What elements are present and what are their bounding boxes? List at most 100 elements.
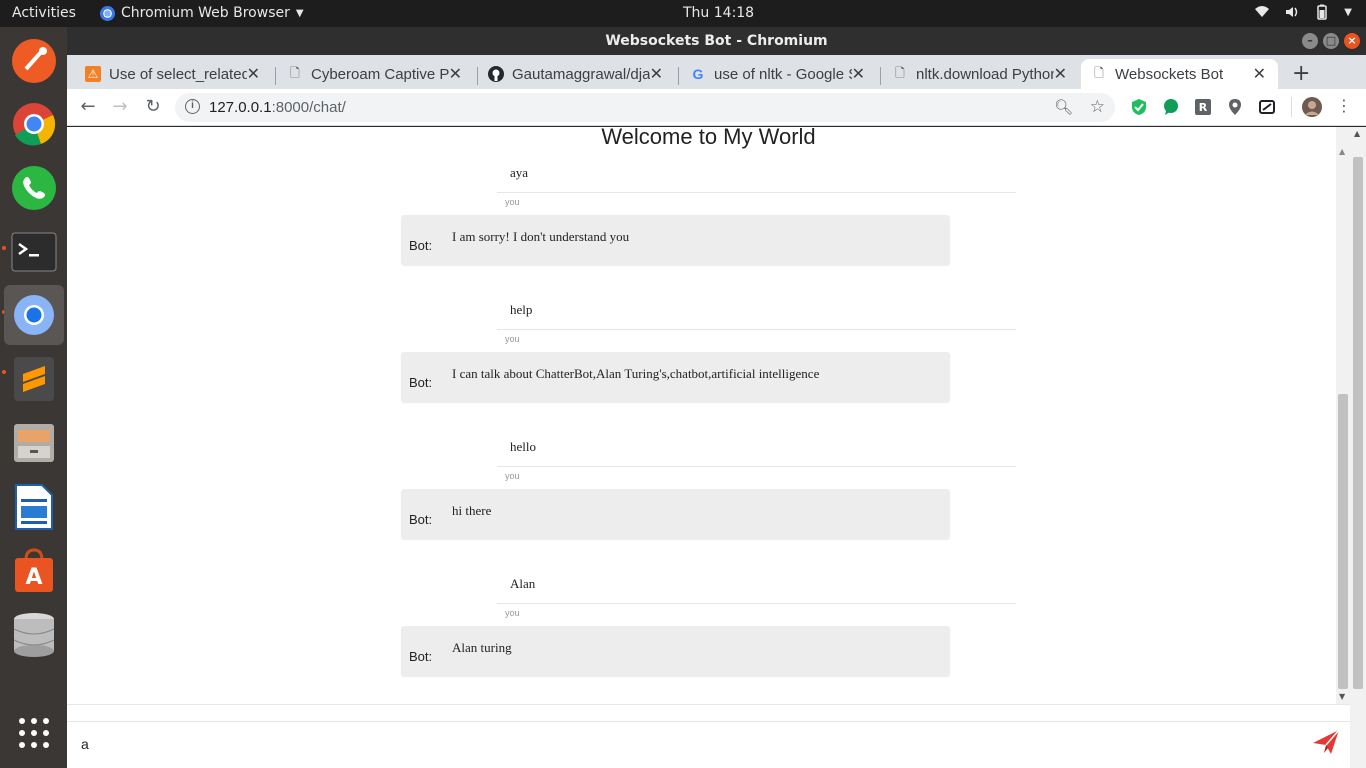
tab-nltk-download[interactable]: 🗋 nltk.download Python ✕ bbox=[882, 59, 1079, 89]
dock-sublime[interactable] bbox=[4, 349, 64, 409]
close-tab-icon[interactable]: ✕ bbox=[1253, 64, 1266, 84]
bot-message: Bot: Alan turing bbox=[401, 626, 950, 676]
page-scrollbar[interactable]: ▲ bbox=[1350, 127, 1366, 768]
shopping-bag-icon: A bbox=[15, 548, 53, 592]
reload-button[interactable]: ↻ bbox=[142, 96, 164, 117]
scroll-up-arrow-icon[interactable]: ▲ bbox=[1354, 129, 1360, 138]
app-menu-label: Chromium Web Browser bbox=[121, 5, 290, 21]
dock: A bbox=[0, 27, 67, 768]
user-message: help you bbox=[497, 293, 1016, 344]
svg-text:A: A bbox=[25, 565, 42, 590]
google-icon: G bbox=[692, 66, 704, 82]
close-window-button[interactable]: × bbox=[1344, 33, 1360, 49]
system-tray[interactable]: ▼ bbox=[1254, 4, 1352, 20]
dock-database[interactable] bbox=[4, 605, 64, 665]
github-icon bbox=[488, 66, 504, 82]
forward-button[interactable]: → bbox=[109, 96, 131, 117]
location-pin-icon[interactable] bbox=[1226, 98, 1244, 116]
clock[interactable]: Thu 14:18 bbox=[683, 5, 754, 21]
stackoverflow-icon: ⚠ bbox=[85, 66, 101, 82]
chat-scrollbar[interactable]: ▲ ▼ bbox=[1336, 127, 1350, 704]
terminal-icon bbox=[11, 232, 57, 272]
page-icon: 🗋 bbox=[895, 65, 905, 80]
page-icon: 🗋 bbox=[290, 65, 300, 80]
message-input[interactable] bbox=[67, 721, 1350, 765]
chevron-down-icon: ▼ bbox=[295, 7, 304, 19]
app-menu[interactable]: Chromium Web Browser ▼ bbox=[100, 5, 304, 21]
tab-divider bbox=[275, 67, 276, 85]
user-message: aya you bbox=[497, 156, 1016, 207]
tab-websockets-bot[interactable]: 🗋 Websockets Bot ✕ bbox=[1081, 59, 1278, 89]
chat-extension-icon[interactable] bbox=[1162, 98, 1180, 116]
bot-label: Bot: bbox=[409, 512, 433, 527]
page-icon: 🗋 bbox=[1094, 65, 1104, 80]
window-title-bar[interactable]: Websockets Bot - Chromium – □ × bbox=[67, 27, 1366, 55]
svg-text:R: R bbox=[1199, 101, 1208, 114]
dock-terminal[interactable] bbox=[4, 222, 64, 282]
close-tab-icon[interactable]: ✕ bbox=[449, 64, 462, 84]
chromium-icon bbox=[100, 5, 115, 21]
close-tab-icon[interactable]: ✕ bbox=[650, 64, 663, 84]
user-message: hello you bbox=[497, 430, 1016, 481]
postman-icon bbox=[12, 39, 56, 83]
window-title: Websockets Bot - Chromium bbox=[605, 33, 828, 49]
new-tab-button[interactable]: + bbox=[1292, 61, 1310, 86]
zoom-icon[interactable]: 🔍︎ bbox=[1054, 98, 1073, 116]
tab-google-search[interactable]: G use of nltk - Google Search ✕ bbox=[680, 59, 877, 89]
tab-divider bbox=[880, 67, 881, 85]
message-text: Alan turing bbox=[452, 640, 512, 655]
dock-chrome[interactable] bbox=[4, 94, 64, 154]
dock-libreoffice-writer[interactable] bbox=[4, 477, 64, 537]
file-cabinet-icon bbox=[14, 424, 54, 462]
tab-select-related[interactable]: ⚠ Use of select_related ✕ bbox=[75, 59, 272, 89]
minimize-button[interactable]: – bbox=[1302, 33, 1318, 49]
extension-icon[interactable] bbox=[1258, 98, 1276, 116]
bot-label: Bot: bbox=[409, 375, 433, 390]
scroll-down-arrow-icon[interactable]: ▼ bbox=[1339, 692, 1345, 701]
menu-kebab-icon[interactable]: ⋮ bbox=[1333, 96, 1355, 115]
scrollbar-thumb[interactable] bbox=[1353, 157, 1363, 689]
wifi-icon bbox=[1255, 6, 1270, 17]
page-title: Welcome to My World bbox=[601, 127, 816, 149]
libreoffice-writer-icon bbox=[15, 484, 53, 530]
chevron-down-icon: ▼ bbox=[1344, 6, 1352, 18]
tab-cyberoam[interactable]: 🗋 Cyberoam Captive Portal ✕ bbox=[277, 59, 474, 89]
app-grid-icon bbox=[19, 718, 49, 748]
close-tab-icon[interactable]: ✕ bbox=[852, 64, 865, 84]
dock-postman[interactable] bbox=[4, 31, 64, 91]
dock-chromium[interactable] bbox=[4, 285, 64, 345]
bookmark-star-icon[interactable]: ☆ bbox=[1090, 97, 1105, 117]
tab-github[interactable]: Gautamaggrawal/django ✕ bbox=[478, 59, 675, 89]
dock-whatsapp[interactable] bbox=[4, 158, 64, 218]
message-text: hello bbox=[510, 439, 536, 454]
scrollbar-thumb[interactable] bbox=[1338, 394, 1348, 689]
site-info-icon[interactable]: i bbox=[185, 99, 200, 114]
show-applications-button[interactable] bbox=[4, 703, 64, 763]
maximize-button[interactable]: □ bbox=[1323, 33, 1339, 49]
message-text: hi there bbox=[452, 503, 492, 518]
dock-files[interactable] bbox=[4, 413, 64, 473]
profile-avatar[interactable] bbox=[1302, 97, 1322, 117]
r-extension-icon[interactable]: R bbox=[1194, 98, 1212, 116]
back-button[interactable]: ← bbox=[77, 96, 99, 117]
message-input-bar bbox=[67, 704, 1350, 768]
sender-label: you bbox=[505, 197, 520, 207]
chrome-icon bbox=[13, 103, 56, 146]
activities-button[interactable]: Activities bbox=[12, 5, 76, 21]
close-tab-icon[interactable]: ✕ bbox=[247, 64, 260, 84]
shield-extension-icon[interactable] bbox=[1130, 98, 1148, 116]
address-bar[interactable]: i 127.0.0.1:8000/chat/ 🔍︎ ☆ bbox=[175, 93, 1115, 122]
tab-divider bbox=[678, 67, 679, 85]
close-tab-icon[interactable]: ✕ bbox=[1054, 64, 1067, 84]
dock-software-center[interactable]: A bbox=[4, 541, 64, 601]
send-icon[interactable] bbox=[1311, 727, 1341, 757]
bot-label: Bot: bbox=[409, 238, 433, 253]
url-path: :8000/chat/ bbox=[271, 99, 346, 116]
tab-strip: ⚠ Use of select_related ✕ 🗋 Cyberoam Cap… bbox=[67, 55, 1366, 89]
sender-label: you bbox=[505, 334, 520, 344]
bot-label: Bot: bbox=[409, 649, 433, 664]
battery-icon bbox=[1317, 4, 1328, 20]
database-icon bbox=[13, 613, 55, 657]
message-text: help bbox=[510, 302, 533, 317]
scroll-up-arrow-icon[interactable]: ▲ bbox=[1339, 147, 1345, 156]
